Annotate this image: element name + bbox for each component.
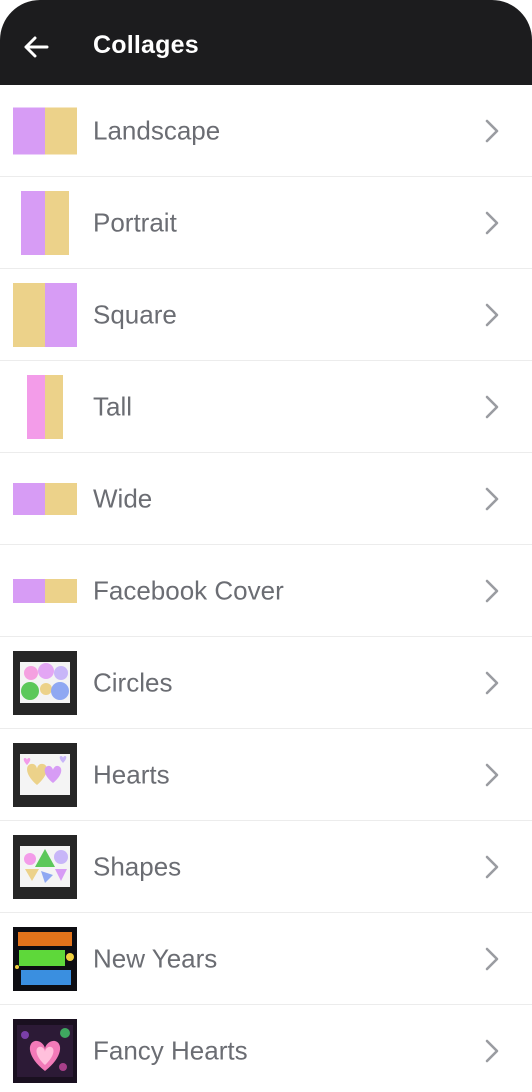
app-bar: Collages (0, 0, 532, 85)
list-item-tall[interactable]: Tall (0, 361, 532, 453)
back-button[interactable] (22, 33, 50, 61)
fancy-hearts-collage-thumbnail (13, 1018, 77, 1083)
portrait-collage-icon (21, 190, 69, 255)
square-collage-icon (13, 282, 77, 347)
wide-collage-icon (13, 482, 77, 515)
list-item-label: Square (93, 299, 177, 329)
chevron-right-icon (485, 395, 499, 418)
list-item-label: Circles (93, 667, 173, 697)
chevron-right-icon (485, 1039, 499, 1062)
circles-collage-thumbnail (13, 650, 77, 715)
list-item-hearts[interactable]: Hearts (0, 729, 532, 821)
list-item-landscape[interactable]: Landscape (0, 85, 532, 177)
list-item-circles[interactable]: Circles (0, 637, 532, 729)
chevron-right-icon (485, 671, 499, 694)
collages-screen: Collages Landscape Portrait Square Tall … (0, 0, 532, 1092)
new-years-collage-thumbnail (13, 926, 77, 991)
list-item-wide[interactable]: Wide (0, 453, 532, 545)
chevron-right-icon (485, 763, 499, 786)
chevron-right-icon (485, 579, 499, 602)
page-title: Collages (93, 31, 199, 59)
arrow-left-icon (24, 36, 49, 58)
list-item-fancy-hearts[interactable]: Fancy Hearts (0, 1005, 532, 1092)
list-item-shapes[interactable]: Shapes (0, 821, 532, 913)
chevron-right-icon (485, 211, 499, 234)
facebook-cover-collage-icon (13, 578, 77, 603)
chevron-right-icon (485, 947, 499, 970)
chevron-right-icon (485, 119, 499, 142)
list-item-label: Hearts (93, 759, 170, 789)
chevron-right-icon (485, 303, 499, 326)
landscape-collage-icon (13, 107, 77, 154)
list-item-label: Landscape (93, 115, 221, 145)
list-item-label: Wide (93, 483, 153, 513)
list-item-portrait[interactable]: Portrait (0, 177, 532, 269)
list-item-label: Shapes (93, 851, 182, 881)
tall-collage-icon (27, 374, 63, 439)
shapes-collage-thumbnail (13, 834, 77, 899)
list-item-square[interactable]: Square (0, 269, 532, 361)
list-item-label: Tall (93, 391, 133, 421)
hearts-collage-thumbnail (13, 742, 77, 807)
list-item-label: New Years (93, 943, 218, 973)
chevron-right-icon (485, 855, 499, 878)
list-item-label: Fancy Hearts (93, 1035, 248, 1065)
list-item-new-years[interactable]: New Years (0, 913, 532, 1005)
list-item-label: Portrait (93, 207, 177, 237)
list-item-facebook-cover[interactable]: Facebook Cover (0, 545, 532, 637)
chevron-right-icon (485, 487, 499, 510)
collage-type-list: Landscape Portrait Square Tall Wide Face… (0, 85, 532, 1092)
list-item-label: Facebook Cover (93, 575, 284, 605)
